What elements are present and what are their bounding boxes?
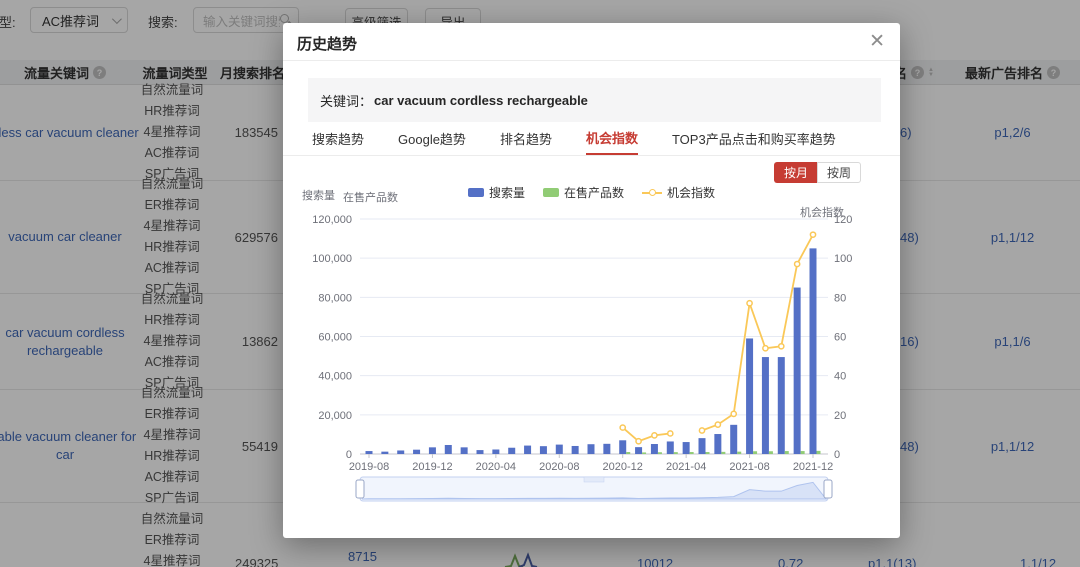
keyword-label: 关键词： [320, 93, 373, 109]
svg-text:100: 100 [834, 253, 852, 265]
tab-search-trend[interactable]: 搜索趋势 [312, 122, 364, 155]
svg-text:20,000: 20,000 [318, 410, 352, 422]
modal-title: 历史趋势 [297, 36, 358, 53]
svg-text:2019-12: 2019-12 [412, 461, 452, 473]
tab-opportunity-index[interactable]: 机会指数 [585, 122, 638, 155]
svg-text:80: 80 [834, 292, 846, 304]
svg-text:40,000: 40,000 [318, 371, 352, 383]
svg-text:2020-08: 2020-08 [539, 461, 579, 473]
svg-text:2021-12: 2021-12 [793, 461, 833, 473]
svg-text:20: 20 [834, 410, 846, 422]
history-trend-modal: 历史趋势 ✕ 关键词： car vacuum cordless recharge… [283, 23, 900, 538]
svg-text:0: 0 [346, 449, 352, 461]
svg-text:120: 120 [834, 214, 852, 226]
trend-tabs: 搜索趋势 Google趋势 排名趋势 机会指数 TOP3产品点击和购买率趋势 [283, 122, 900, 156]
svg-text:60,000: 60,000 [318, 332, 352, 344]
divider [283, 60, 900, 61]
svg-text:80,000: 80,000 [318, 292, 352, 304]
svg-text:40: 40 [834, 371, 846, 383]
svg-text:2021-08: 2021-08 [729, 461, 769, 473]
opportunity-index-chart[interactable]: 120,000 120 100,000 100 80,000 80 60,000 60 40,0… [283, 183, 900, 515]
keyword-value: car vacuum cordless rechargeable [374, 92, 588, 108]
keyword-summary: 关键词： car vacuum cordless rechargeable [308, 78, 881, 122]
monthly-button[interactable]: 按月 [773, 162, 817, 183]
svg-text:60: 60 [834, 332, 846, 344]
svg-text:2020-12: 2020-12 [603, 461, 643, 473]
period-toggle: 按月 按周 [773, 162, 861, 183]
svg-text:2020-04: 2020-04 [476, 461, 516, 473]
tab-rank-trend[interactable]: 排名趋势 [500, 122, 552, 155]
tab-google-trend[interactable]: Google趋势 [398, 122, 466, 155]
svg-text:100,000: 100,000 [312, 253, 352, 265]
close-icon[interactable]: ✕ [869, 29, 885, 55]
svg-text:2019-08: 2019-08 [349, 461, 389, 473]
weekly-button[interactable]: 按周 [816, 162, 861, 183]
svg-text:120,000: 120,000 [312, 214, 352, 226]
svg-text:0: 0 [834, 449, 840, 461]
svg-text:2021-04: 2021-04 [666, 461, 706, 473]
screen: 类型: AC推荐词 搜索: 输入关键词搜索 高级筛选 导出 流量关键词 ? 流量… [0, 0, 1080, 567]
tab-top3-click-purchase[interactable]: TOP3产品点击和购买率趋势 [672, 122, 836, 155]
